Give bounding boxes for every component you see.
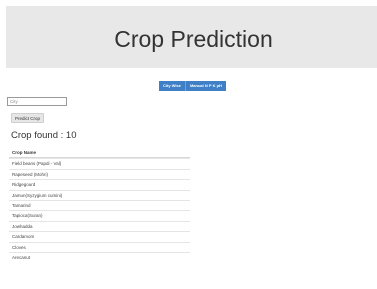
table-row: Arecanut <box>9 251 190 262</box>
table-row: Jamun(Syzygium cumini) <box>9 189 190 200</box>
table-row: Tapioca(Suran) <box>9 210 190 220</box>
table-row: Rapeseed (Mohri) <box>9 168 190 179</box>
table-row: Jowhadda <box>9 220 190 231</box>
page-title: Crop Prediction <box>114 25 273 52</box>
column-header-crop-name: Crop Name <box>9 148 190 159</box>
predict-crop-button[interactable]: Predict Crop <box>11 113 44 123</box>
manual-npk-ph-button[interactable]: Manual N P K pH <box>184 81 226 91</box>
city-wise-button[interactable]: City Wise <box>159 81 185 91</box>
table-row: Cardamom <box>9 231 190 241</box>
crop-found-count: Crop found : 10 <box>11 130 77 141</box>
mode-button-group: City Wise Manual N P K pH <box>159 81 226 91</box>
table-row: Field beans (Papdi - Val) <box>9 158 190 168</box>
table-row: Ridgegourd <box>9 179 190 189</box>
table-row: Cloves <box>9 241 190 252</box>
crop-table: Crop Name Field beans (Papdi - Val) Rape… <box>9 148 190 262</box>
city-input[interactable] <box>7 97 67 106</box>
page-header: Crop Prediction <box>6 6 377 68</box>
table-row: Tamarind <box>9 199 190 210</box>
